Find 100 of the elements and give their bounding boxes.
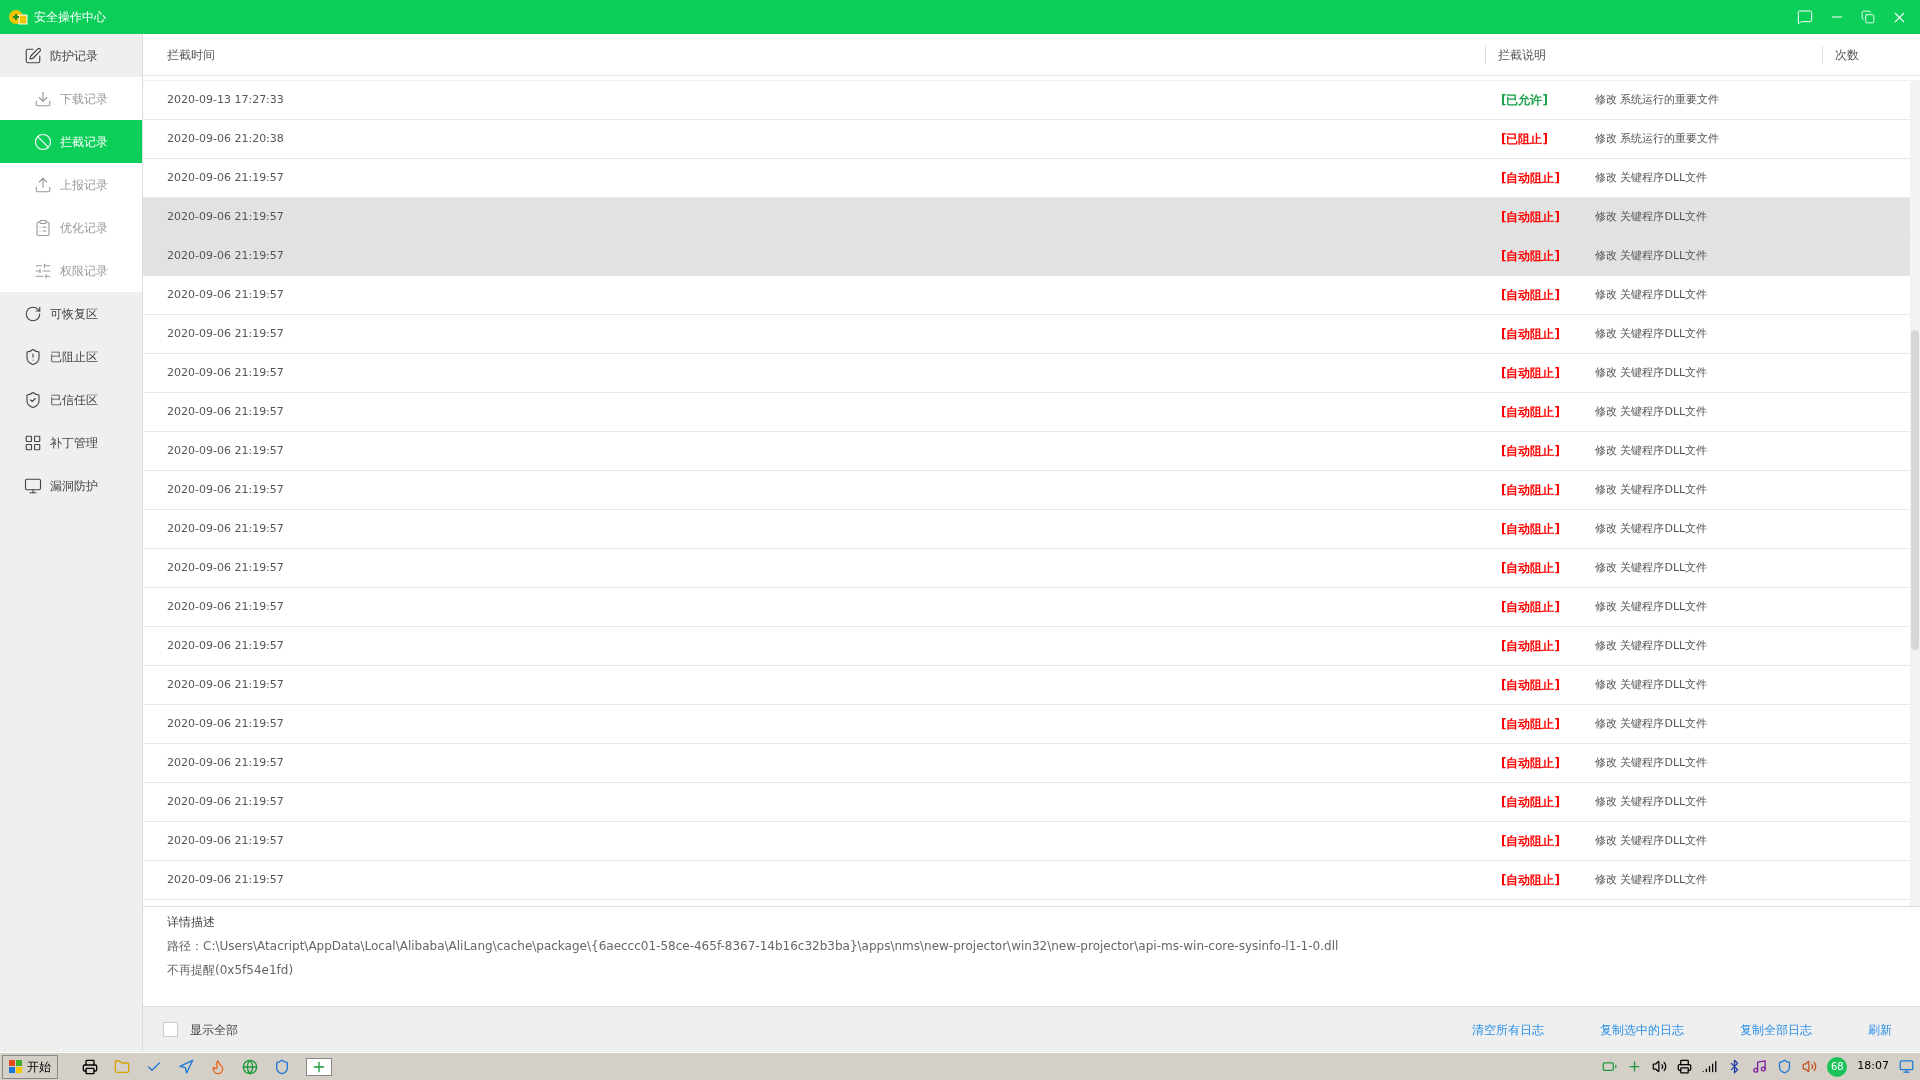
shield-alert-icon [24,347,42,366]
details-text: 路径：C:\Users\Atacript\AppData\Local\Alibaba\AliLang\cache\package\{6aeccc01-58ce-465f-8367-14b16c32b3ba}\apps\nms\new-projector\win32\new-projector\api-ms-win-core-sysinfo-l1-1-0.dll [167,938,1340,955]
table-cell-text: 修改 关键程序DLL文件 [1595,442,1708,459]
plus-icon [1627,1059,1643,1074]
table-cell-text: 2020-09-06 21:19:57 [166,325,285,342]
sidebar-item[interactable]: 漏洞防护 [0,464,142,507]
column-header: 次数 [1822,45,1859,64]
status-tag: [已允许] [1501,91,1595,109]
table-cell-text: 修改 关键程序DLL文件 [1595,481,1708,498]
clipboard-icon [34,218,52,237]
edit-icon [24,46,42,65]
status-tag: [自动阻止] [1501,481,1595,499]
maximize-icon[interactable] [1861,10,1875,24]
status-tag: [自动阻止] [1501,325,1595,343]
status-tag: [自动阻止] [1501,520,1595,538]
details-text: 不再提醒(0x5f54e1fd) [167,962,295,979]
table-cell-text: 2020-09-06 21:20:38 [166,130,285,147]
table-cell-text: 2020-09-06 21:19:57 [166,793,285,810]
table-cell-text: 修改 关键程序DLL文件 [1595,403,1708,420]
column-header: 拦截时间 [166,46,216,64]
blocked-icon [34,132,52,151]
printer-icon[interactable] [82,1058,98,1075]
scrollbar[interactable] [1910,80,1920,906]
table-cell-text: 2020-09-06 21:19:57 [166,208,285,225]
status-tag: [自动阻止] [1501,754,1595,772]
status-tag: [自动阻止] [1501,598,1595,616]
status-tag: [自动阻止] [1501,715,1595,733]
status-tag: [自动阻止] [1501,403,1595,421]
status-tag: [自动阻止] [1501,676,1595,694]
feedback-icon[interactable] [1797,9,1813,25]
table-cell-text: 修改 关键程序DLL文件 [1595,520,1708,537]
table-cell-text: 修改 关键程序DLL文件 [1595,676,1708,693]
table-cell-text: 修改 关键程序DLL文件 [1595,754,1708,771]
table-cell-text: 修改 关键程序DLL文件 [1595,715,1708,732]
table-cell-text: 修改 关键程序DLL文件 [1595,559,1708,576]
music-icon [1752,1059,1768,1074]
status-tag: [自动阻止] [1501,247,1595,265]
table-row[interactable]: 2020-09-06 21:19:57 [自动阻止] 修改 关键程序DLL文件 [143,237,1910,276]
status-tag: [自动阻止] [1501,793,1595,811]
table-cell-text: 2020-09-06 21:19:57 [166,637,285,654]
column-header: 拦截说明 [1485,45,1822,64]
table-cell-text: 修改 关键程序DLL文件 [1595,208,1708,225]
checkbox-label: 显示全部 [190,1021,238,1039]
table-cell-text: 2020-09-06 21:19:57 [166,247,285,264]
shield-check-icon [24,390,42,409]
grid-icon [24,433,42,452]
shield-icon[interactable] [274,1058,290,1075]
flame-icon[interactable] [210,1058,226,1075]
status-tag: [自动阻止] [1501,871,1595,889]
sidebar-item[interactable]: 可恢复区 [0,292,142,335]
table-cell-text: 修改 关键程序DLL文件 [1595,325,1708,342]
table-cell-text: 2020-09-06 21:19:57 [166,832,285,849]
table-row[interactable]: 2020-09-06 21:19:57 [自动阻止] 修改 关键程序DLL文件 [143,198,1910,237]
table-cell-text: 修改 关键程序DLL文件 [1595,637,1708,654]
table-cell-text: 修改 关键程序DLL文件 [1595,793,1708,810]
sidebar-item[interactable]: 防护记录 [0,34,142,77]
status-tag: [自动阻止] [1501,637,1595,655]
status-tag: [自动阻止] [1501,286,1595,304]
clock: 18:07 [1857,1058,1889,1075]
start-button[interactable]: 开始 [2,1054,58,1079]
table-cell-text: 2020-09-06 21:19:57 [166,286,285,303]
table-cell-text: 修改 关键程序DLL文件 [1595,169,1708,186]
table-cell-text: 修改 关键程序DLL文件 [1595,364,1708,381]
status-tag: [已阻止] [1501,130,1595,148]
table-cell-text: 修改 关键程序DLL文件 [1595,247,1708,264]
details-title: 详情描述 [167,914,216,931]
sidebar-item[interactable]: 已信任区 [0,378,142,421]
table-cell-text: 修改 关键程序DLL文件 [1595,598,1708,615]
signal-icon [1702,1059,1718,1074]
sidebar-item[interactable]: 补丁管理 [0,421,142,464]
table-cell-text: 修改 关键程序DLL文件 [1595,286,1708,303]
table-cell-text: 2020-09-06 21:19:57 [166,676,285,693]
monitor-icon [24,476,42,495]
table-cell-text: 2020-09-06 21:19:57 [166,520,285,537]
sliders-icon [34,261,52,280]
table-cell-text: 2020-09-06 21:19:57 [166,754,285,771]
globe-icon[interactable] [242,1058,258,1075]
show-all-checkbox[interactable] [163,1022,178,1037]
speaker-icon [1802,1059,1818,1074]
table-cell-text: 2020-09-06 21:19:57 [166,559,285,576]
navigation-icon[interactable] [178,1058,194,1075]
upload-icon [34,175,52,194]
table-cell-text: 2020-09-06 21:19:57 [166,598,285,615]
table-cell-text: 2020-09-06 21:19:57 [166,442,285,459]
speaker-icon [1652,1059,1668,1074]
table-cell-text: 修改 系统运行的重要文件 [1595,130,1720,147]
folder-icon[interactable] [114,1058,130,1075]
app-logo-icon [8,8,28,26]
printer-icon [1677,1059,1693,1074]
table-cell-text: 2020-09-13 17:27:33 [166,91,285,108]
status-tag: [自动阻止] [1501,559,1595,577]
refresh-icon [24,304,42,323]
shield-icon [1777,1059,1793,1074]
table-cell-text: 修改 系统运行的重要文件 [1595,91,1720,108]
table-cell-text: 2020-09-06 21:19:57 [166,364,285,381]
status-tag: [自动阻止] [1501,208,1595,226]
status-tag: [自动阻止] [1501,442,1595,460]
table-cell-text: 2020-09-06 21:19:57 [166,169,285,186]
desktop-icon [1899,1059,1914,1074]
sidebar-item[interactable]: 已阻止区 [0,335,142,378]
